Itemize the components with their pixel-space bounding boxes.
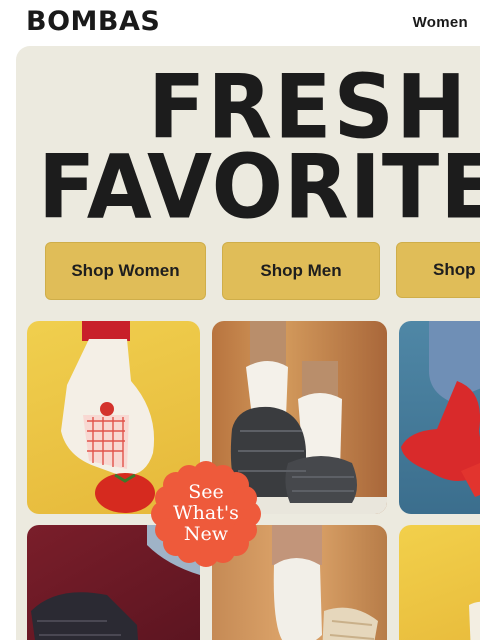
shop-women-button[interactable]: Shop Women (45, 242, 206, 300)
headline-favorites: FAVORITES (38, 135, 480, 239)
badge-line-1: See (188, 481, 224, 503)
bombas-logo[interactable]: BOMBAS (26, 6, 160, 37)
shop-men-button[interactable]: Shop Men (222, 242, 380, 300)
product-image-yellow[interactable] (399, 525, 480, 640)
badge-text: See What's New (148, 482, 264, 545)
badge-line-3: New (183, 523, 229, 545)
badge-line-2: What's (173, 502, 239, 524)
shop-button[interactable]: Shop (396, 242, 480, 298)
product-image-red-socks[interactable] (399, 321, 480, 514)
red-socks-illustration (401, 321, 480, 497)
top-bar: BOMBAS Women (0, 0, 480, 46)
see-whats-new-badge[interactable]: See What's New (148, 460, 264, 568)
hero-section: FRESH FAVORITES Shop Women Shop Men Shop (16, 46, 480, 640)
nav-link-women[interactable]: Women (413, 14, 468, 31)
yellow-sock-illustration (469, 601, 480, 640)
